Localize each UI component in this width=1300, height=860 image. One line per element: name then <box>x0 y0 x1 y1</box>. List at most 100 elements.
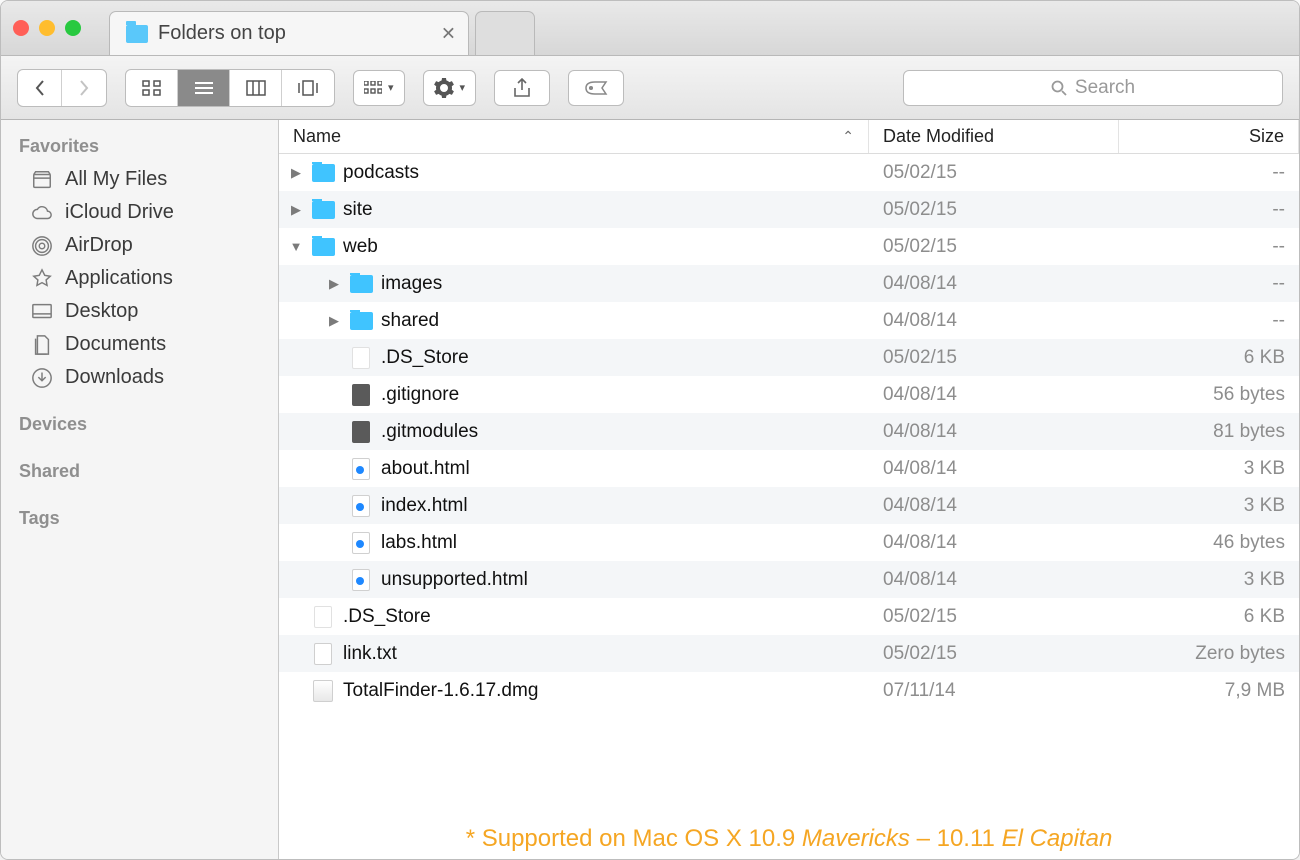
disclosure-triangle-icon[interactable]: ▶ <box>289 202 303 218</box>
file-list: Name ⌃ Date Modified Size ▶ podcasts 05/02… <box>279 120 1299 860</box>
action-dropdown[interactable]: ▾ <box>423 70 477 106</box>
sidebar-item-label: All My Files <box>65 168 167 191</box>
tab-new[interactable] <box>475 11 535 55</box>
file-name: podcasts <box>343 162 419 184</box>
folder-icon <box>349 274 373 294</box>
folder-icon <box>126 25 148 43</box>
column-header-size[interactable]: Size <box>1119 120 1299 153</box>
column-header-date[interactable]: Date Modified <box>869 120 1119 153</box>
airdrop-icon <box>31 235 53 257</box>
sidebar-item-documents[interactable]: Documents <box>1 328 278 361</box>
file-size: 46 bytes <box>1119 532 1299 554</box>
file-row[interactable]: .DS_Store05/02/156 KB <box>279 339 1299 376</box>
icloud-icon <box>31 202 53 224</box>
applications-icon <box>31 268 53 290</box>
view-columns-button[interactable] <box>230 70 282 106</box>
file-size: 6 KB <box>1119 606 1299 628</box>
file-size: 81 bytes <box>1119 421 1299 443</box>
column-header-name[interactable]: Name ⌃ <box>279 120 869 153</box>
file-row[interactable]: ▶images04/08/14-- <box>279 265 1299 302</box>
file-size: -- <box>1119 162 1299 184</box>
file-html-icon <box>349 533 373 553</box>
file-date: 04/08/14 <box>869 569 1119 591</box>
folder-icon <box>311 237 335 257</box>
all-my-files-icon <box>31 169 53 191</box>
sidebar-section-shared: Shared <box>1 455 278 488</box>
file-row[interactable]: about.html04/08/143 KB <box>279 450 1299 487</box>
forward-button[interactable] <box>62 70 106 106</box>
title-bar: Folders on top ✕ <box>1 1 1299 56</box>
sidebar-item-airdrop[interactable]: AirDrop <box>1 229 278 262</box>
file-date: 07/11/14 <box>869 680 1119 702</box>
file-row[interactable]: unsupported.html04/08/143 KB <box>279 561 1299 598</box>
sidebar-item-downloads[interactable]: Downloads <box>1 361 278 394</box>
file-date: 05/02/15 <box>869 236 1119 258</box>
file-name: unsupported.html <box>381 569 528 591</box>
tags-button[interactable] <box>568 70 624 106</box>
sidebar-item-icloud[interactable]: iCloud Drive <box>1 196 278 229</box>
file-name: link.txt <box>343 643 397 665</box>
file-name: web <box>343 236 378 258</box>
disclosure-triangle-icon[interactable]: ▶ <box>327 313 341 329</box>
disclosure-triangle-icon[interactable]: ▼ <box>289 239 303 254</box>
file-dark-icon <box>349 385 373 405</box>
file-row[interactable]: ▶podcasts05/02/15-- <box>279 154 1299 191</box>
sidebar-item-applications[interactable]: Applications <box>1 262 278 295</box>
disclosure-triangle-icon[interactable]: ▶ <box>327 276 341 292</box>
file-txt-icon <box>311 644 335 664</box>
file-date: 05/02/15 <box>869 606 1119 628</box>
sidebar-item-desktop[interactable]: Desktop <box>1 295 278 328</box>
file-size: 6 KB <box>1119 347 1299 369</box>
file-name: labs.html <box>381 532 457 554</box>
view-icons-button[interactable] <box>126 70 178 106</box>
back-button[interactable] <box>18 70 62 106</box>
search-placeholder: Search <box>1075 77 1135 99</box>
file-name: TotalFinder-1.6.17.dmg <box>343 680 538 702</box>
file-row[interactable]: labs.html 04/08/1446 bytes <box>279 524 1299 561</box>
file-size: -- <box>1119 310 1299 332</box>
folder-icon <box>311 163 335 183</box>
file-row[interactable]: .DS_Store05/02/156 KB <box>279 598 1299 635</box>
finder-window: Folders on top ✕ <box>0 0 1300 860</box>
sidebar-item-label: Desktop <box>65 300 138 323</box>
arrange-dropdown[interactable]: ▾ <box>353 70 405 106</box>
file-name: index.html <box>381 495 468 517</box>
file-size: -- <box>1119 236 1299 258</box>
file-date: 04/08/14 <box>869 532 1119 554</box>
sidebar-item-all-my-files[interactable]: All My Files <box>1 163 278 196</box>
file-name: .DS_Store <box>381 347 469 369</box>
file-row[interactable]: ▼ web 05/02/15-- <box>279 228 1299 265</box>
file-size: -- <box>1119 199 1299 221</box>
view-list-button[interactable] <box>178 70 230 106</box>
disclosure-triangle-icon[interactable]: ▶ <box>289 165 303 181</box>
tag-icon <box>584 80 608 96</box>
file-dark-icon <box>349 422 373 442</box>
maximize-window-button[interactable] <box>65 20 81 36</box>
file-row[interactable]: .gitignore04/08/1456 bytes <box>279 376 1299 413</box>
folder-icon <box>311 200 335 220</box>
file-row[interactable]: ▶site05/02/15-- <box>279 191 1299 228</box>
sidebar: Favorites All My Files iCloud Drive AirD… <box>1 120 279 860</box>
file-size: 3 KB <box>1119 458 1299 480</box>
file-date: 05/02/15 <box>869 199 1119 221</box>
share-button[interactable] <box>494 70 550 106</box>
close-tab-icon[interactable]: ✕ <box>441 23 456 44</box>
file-row[interactable]: index.html04/08/143 KB <box>279 487 1299 524</box>
minimize-window-button[interactable] <box>39 20 55 36</box>
file-date: 04/08/14 <box>869 458 1119 480</box>
file-date: 05/02/15 <box>869 643 1119 665</box>
sidebar-item-label: Downloads <box>65 366 164 389</box>
view-coverflow-button[interactable] <box>282 70 334 106</box>
file-row[interactable]: link.txt05/02/15Zero bytes <box>279 635 1299 672</box>
file-date: 04/08/14 <box>869 310 1119 332</box>
tab-active[interactable]: Folders on top ✕ <box>109 11 469 55</box>
share-icon <box>513 78 531 98</box>
file-row[interactable]: .gitmodules04/08/1481 bytes <box>279 413 1299 450</box>
close-window-button[interactable] <box>13 20 29 36</box>
file-row[interactable]: TotalFinder-1.6.17.dmg07/11/147,9 MB <box>279 672 1299 709</box>
chevron-down-icon: ▾ <box>388 81 394 94</box>
file-row[interactable]: ▶shared04/08/14-- <box>279 302 1299 339</box>
search-input[interactable]: Search <box>903 70 1283 106</box>
documents-icon <box>31 334 53 356</box>
folder-icon <box>349 311 373 331</box>
